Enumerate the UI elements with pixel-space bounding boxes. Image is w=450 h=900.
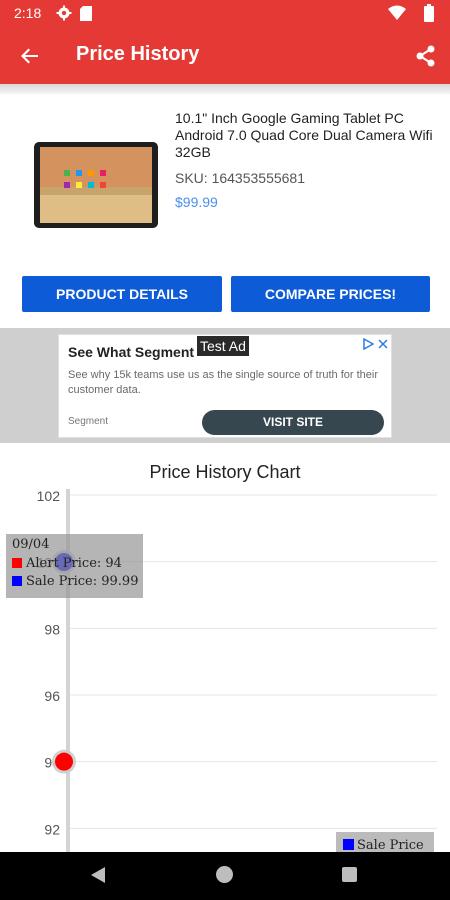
nav-home-icon[interactable]	[216, 866, 233, 883]
y-tick-label: 98	[44, 621, 60, 637]
price-history-chart[interactable]: 92949698100102	[0, 445, 450, 855]
chart-tooltip: 09/04 Alert Price: 94 Sale Price: 99.99	[6, 534, 143, 598]
sale-swatch	[12, 576, 22, 586]
settings-icon	[56, 5, 72, 21]
status-bar: 2:18	[0, 0, 450, 28]
tooltip-sale-text: Sale Price: 99.99	[26, 574, 139, 589]
product-sku: SKU: 164353555681	[175, 170, 305, 186]
page-title: Price History	[76, 43, 200, 65]
data-point[interactable]	[55, 752, 73, 771]
y-tick-label: 102	[37, 488, 61, 504]
product-name: 10.1" Inch Google Gaming Tablet PC Andro…	[175, 110, 433, 160]
product-price: $99.99	[175, 194, 218, 210]
legend-sale-label: Sale Price	[357, 838, 424, 853]
test-ad-label: Test Ad	[197, 336, 249, 356]
app-bar: Price History	[0, 28, 450, 84]
y-tick-label: 96	[44, 688, 60, 704]
share-icon[interactable]	[412, 42, 440, 70]
battery-icon	[424, 4, 434, 22]
product-details-button[interactable]: PRODUCT DETAILS	[22, 276, 222, 312]
wifi-icon	[388, 5, 406, 20]
tooltip-sale-row: Sale Price: 99.99	[12, 574, 138, 589]
ad-close-icon[interactable]	[378, 339, 388, 349]
tooltip-alert-text: Alert Price: 94	[26, 556, 122, 571]
alert-swatch	[12, 558, 22, 568]
compare-prices-button[interactable]: COMPARE PRICES!	[231, 276, 430, 312]
nav-back-icon[interactable]	[90, 866, 106, 884]
sd-card-icon	[80, 6, 92, 21]
visit-site-button[interactable]: VISIT SITE	[202, 410, 384, 435]
ad-choices-icon[interactable]	[362, 338, 374, 350]
legend-sale-swatch	[343, 839, 354, 850]
ad-brand: Segment	[68, 416, 109, 427]
product-image	[34, 142, 158, 228]
app-screen: 2:18 Price History 10.1" Inch Google Gam…	[0, 0, 450, 900]
status-time: 2:18	[14, 5, 42, 21]
tooltip-alert-row: Alert Price: 94	[12, 556, 122, 571]
back-arrow-icon[interactable]	[16, 42, 44, 70]
appbar-shadow	[0, 84, 450, 94]
ad-description: See why 15k teams use us as the single s…	[68, 369, 378, 396]
nav-recents-icon[interactable]	[342, 867, 357, 882]
ad-headline[interactable]: See What Segment	[68, 344, 194, 360]
y-tick-label: 92	[44, 821, 60, 837]
tooltip-date: 09/04	[12, 537, 50, 552]
